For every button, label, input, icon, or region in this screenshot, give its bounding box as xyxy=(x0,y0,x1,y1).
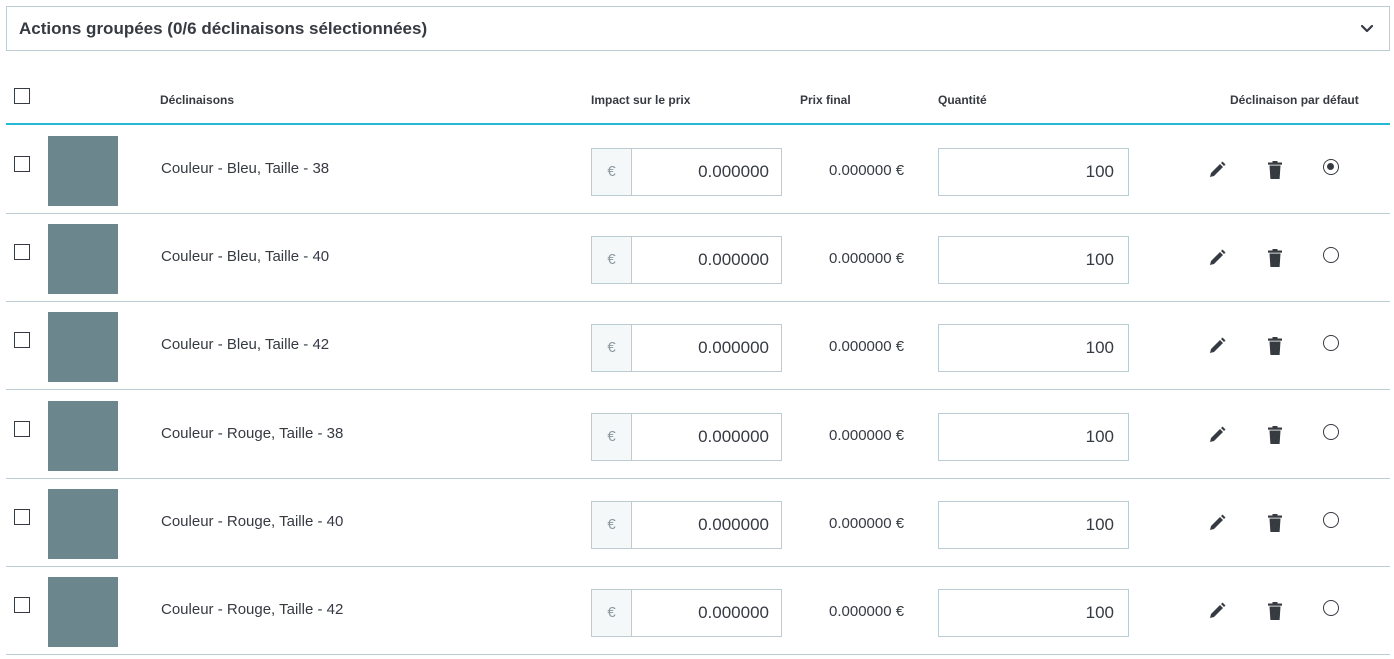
edit-pencil-icon[interactable] xyxy=(1208,426,1226,444)
edit-pencil-icon[interactable] xyxy=(1208,514,1226,532)
default-combination-radio[interactable] xyxy=(1323,600,1339,616)
edit-pencil-icon[interactable] xyxy=(1208,249,1226,267)
final-price: 0.000000 € xyxy=(829,603,905,620)
currency-addon: € xyxy=(592,502,632,548)
table-row: Couleur - Rouge, Taille - 38 € 0.000000 … xyxy=(6,391,1390,479)
price-impact-group: € xyxy=(591,236,782,284)
price-impact-input[interactable] xyxy=(632,414,781,460)
default-combination-radio[interactable] xyxy=(1323,159,1339,175)
row-divider xyxy=(6,654,1390,655)
header-final-price: Prix final xyxy=(800,93,851,107)
trash-icon[interactable] xyxy=(1268,161,1282,179)
combination-name: Couleur - Bleu, Taille - 40 xyxy=(161,248,330,265)
table-row: Couleur - Rouge, Taille - 42 € 0.000000 … xyxy=(6,567,1390,655)
header-divider xyxy=(6,123,1390,125)
edit-pencil-icon[interactable] xyxy=(1208,337,1226,355)
row-checkbox[interactable] xyxy=(14,156,30,172)
bulk-actions-bar[interactable]: Actions groupées (0/6 déclinaisons sélec… xyxy=(6,6,1390,51)
table-row: Couleur - Bleu, Taille - 42 € 0.000000 € xyxy=(6,302,1390,390)
row-checkbox[interactable] xyxy=(14,332,30,348)
quantity-input[interactable] xyxy=(938,236,1129,284)
bulk-actions-title: Actions groupées (0/6 déclinaisons sélec… xyxy=(19,19,428,38)
default-combination-radio[interactable] xyxy=(1323,512,1339,528)
quantity-input[interactable] xyxy=(938,589,1129,637)
price-impact-group: € xyxy=(591,413,782,461)
final-price: 0.000000 € xyxy=(829,250,905,267)
select-all-checkbox[interactable] xyxy=(14,88,30,104)
price-impact-input[interactable] xyxy=(632,325,781,371)
row-checkbox[interactable] xyxy=(14,597,30,613)
table-row: Couleur - Rouge, Taille - 40 € 0.000000 … xyxy=(6,479,1390,567)
currency-addon: € xyxy=(592,414,632,460)
row-checkbox[interactable] xyxy=(14,244,30,260)
currency-addon: € xyxy=(592,590,632,636)
combination-thumbnail xyxy=(48,136,118,206)
trash-icon[interactable] xyxy=(1268,337,1282,355)
row-checkbox[interactable] xyxy=(14,421,30,437)
header-quantity: Quantité xyxy=(938,93,987,107)
default-combination-radio[interactable] xyxy=(1323,247,1339,263)
final-price: 0.000000 € xyxy=(829,515,905,532)
combination-thumbnail xyxy=(48,401,118,471)
price-impact-group: € xyxy=(591,324,782,372)
combination-thumbnail xyxy=(48,312,118,382)
price-impact-group: € xyxy=(591,148,782,196)
final-price: 0.000000 € xyxy=(829,427,905,444)
chevron-down-icon[interactable] xyxy=(1359,21,1375,37)
header-combinations: Déclinaisons xyxy=(160,93,235,107)
price-impact-group: € xyxy=(591,589,782,637)
quantity-input[interactable] xyxy=(938,501,1129,549)
currency-addon: € xyxy=(592,237,632,283)
currency-addon: € xyxy=(592,325,632,371)
table-row: Couleur - Bleu, Taille - 40 € 0.000000 € xyxy=(6,214,1390,302)
table-row: Couleur - Bleu, Taille - 38 € 0.000000 € xyxy=(6,126,1390,214)
final-price: 0.000000 € xyxy=(829,162,905,179)
combination-name: Couleur - Bleu, Taille - 38 xyxy=(161,160,330,177)
combination-thumbnail xyxy=(48,489,118,559)
price-impact-input[interactable] xyxy=(632,237,781,283)
price-impact-input[interactable] xyxy=(632,502,781,548)
quantity-input[interactable] xyxy=(938,148,1129,196)
trash-icon[interactable] xyxy=(1268,514,1282,532)
combination-name: Couleur - Rouge, Taille - 40 xyxy=(161,513,344,530)
quantity-input[interactable] xyxy=(938,324,1129,372)
combination-thumbnail xyxy=(48,224,118,294)
default-combination-radio[interactable] xyxy=(1323,335,1339,351)
combination-name: Couleur - Rouge, Taille - 38 xyxy=(161,425,344,442)
default-combination-radio[interactable] xyxy=(1323,424,1339,440)
final-price: 0.000000 € xyxy=(829,338,905,355)
price-impact-input[interactable] xyxy=(632,149,781,195)
combination-name: Couleur - Bleu, Taille - 42 xyxy=(161,336,330,353)
header-default-combination: Déclinaison par défaut xyxy=(1230,93,1359,107)
edit-pencil-icon[interactable] xyxy=(1208,161,1226,179)
currency-addon: € xyxy=(592,149,632,195)
edit-pencil-icon[interactable] xyxy=(1208,602,1226,620)
quantity-input[interactable] xyxy=(938,413,1129,461)
header-price-impact: Impact sur le prix xyxy=(591,93,691,107)
trash-icon[interactable] xyxy=(1268,602,1282,620)
price-impact-input[interactable] xyxy=(632,590,781,636)
combination-thumbnail xyxy=(48,577,118,647)
trash-icon[interactable] xyxy=(1268,426,1282,444)
trash-icon[interactable] xyxy=(1268,249,1282,267)
row-divider xyxy=(6,389,1390,390)
combination-name: Couleur - Rouge, Taille - 42 xyxy=(161,601,344,618)
price-impact-group: € xyxy=(591,501,782,549)
row-checkbox[interactable] xyxy=(14,509,30,525)
